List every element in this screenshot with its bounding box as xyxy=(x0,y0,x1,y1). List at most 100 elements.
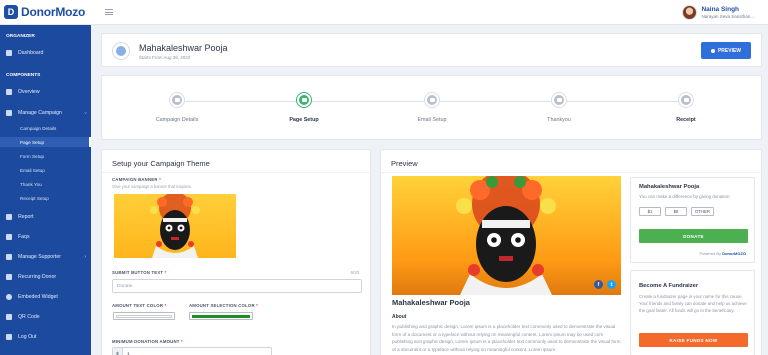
sidebar-item-manage-campaign[interactable]: Manage Campaign › xyxy=(0,107,91,119)
overview-icon xyxy=(6,89,12,95)
sidebar-item-label: Dashboard xyxy=(18,50,44,56)
preview-title: Preview xyxy=(391,159,418,168)
step-label: Page Setup xyxy=(289,117,319,123)
donate-widget-title: Mahakaleshwar Pooja xyxy=(639,184,700,190)
powered-by: Powered By DonorMOZO xyxy=(699,251,746,256)
preview-campaign-name: Mahakaleshwar Pooja xyxy=(392,298,470,307)
sidebar-item-log-out[interactable]: Log Out xyxy=(0,331,91,343)
brand-mark-icon: D xyxy=(4,5,18,19)
gear-icon xyxy=(6,294,12,300)
amount-text-color-swatch xyxy=(116,314,172,318)
amount-option-other[interactable]: OTHER xyxy=(691,207,714,216)
amount-option[interactable]: $1 xyxy=(639,207,661,216)
raise-funds-button[interactable]: RAISE FUNDS NOW xyxy=(639,333,748,347)
report-icon xyxy=(6,214,12,220)
fundraiser-description: Create a fundraizer page in your name fo… xyxy=(639,294,747,313)
step-label: Campaign Details xyxy=(155,117,199,123)
campaign-banner-image[interactable] xyxy=(114,194,236,258)
amount-selection-color-label: AMOUNT SELECTION COLOR * xyxy=(189,303,259,308)
brand-name: DonorMozo xyxy=(21,5,86,19)
page-title: Mahakaleshwar Pooja xyxy=(139,43,228,53)
theme-setup-title: Setup your Campaign Theme xyxy=(112,159,210,168)
sidebar-item-label: Manage Supporter xyxy=(18,254,61,260)
preview-about-text: In publishing and graphic design, Lorem … xyxy=(392,324,621,352)
sidebar-item-embedded-widget[interactable]: Embeded Widget xyxy=(0,291,91,303)
preview-fundraiser-widget: Become A Fundraizer Create a fundraizer … xyxy=(630,270,755,355)
preview-about-label: About xyxy=(392,314,407,320)
user-menu[interactable]: Naina Singh Narayan Seva Sansthan... xyxy=(682,4,754,20)
amount-text-color-picker[interactable] xyxy=(113,312,175,320)
sidebar-section-organizer: ORGANIZER xyxy=(6,34,35,39)
sidebar-item-faqs[interactable]: Faqs xyxy=(0,231,91,243)
sidebar-subitem-thank-you[interactable]: Thank You xyxy=(0,179,91,189)
step-label: Receipt xyxy=(676,117,696,123)
thumbs-up-icon xyxy=(552,93,566,107)
fundraiser-title: Become A Fundraizer xyxy=(639,283,699,289)
brand-logo[interactable]: D DonorMozo xyxy=(0,5,91,19)
step-label: Thankyou xyxy=(547,117,571,123)
facebook-icon[interactable]: f xyxy=(594,280,603,289)
chevron-down-icon: › xyxy=(82,112,89,114)
donate-widget-subtitle: You can make a difference by giving dona… xyxy=(639,194,730,199)
sidebar-item-qr-code[interactable]: QR Code xyxy=(0,311,91,323)
campaign-preview-panel: Preview f t Mahakaleshwar Pooja About In… xyxy=(380,149,763,355)
campaign-details-icon xyxy=(170,93,184,107)
divider xyxy=(102,172,372,173)
divider xyxy=(381,172,763,173)
campaign-start-date: Starts From Aug 28, 2022 xyxy=(139,55,191,60)
campaign-icon xyxy=(6,110,12,116)
sidebar-subitem-page-setup[interactable]: Page Setup xyxy=(0,137,91,147)
sidebar-item-label: Log Out xyxy=(18,334,37,340)
user-organization: Narayan Seva Sansthan... xyxy=(701,13,754,19)
step-receipt[interactable]: Receipt xyxy=(636,93,736,123)
amount-selection-color-swatch xyxy=(192,314,250,318)
recurring-donor-icon xyxy=(6,274,12,280)
sidebar-subitem-email-setup[interactable]: Email Setup xyxy=(0,165,91,175)
preview-button-label: PREVIEW xyxy=(717,47,742,54)
campaign-banner-label: CAMPAIGN BANNER * xyxy=(112,177,161,182)
sidebar-item-report[interactable]: Report xyxy=(0,211,91,223)
step-page-setup[interactable]: Page Setup xyxy=(254,93,354,123)
deity-image-icon xyxy=(456,176,556,295)
dashboard-icon xyxy=(6,50,12,56)
sidebar: ORGANIZER Dashboard COMPONENTS Overview … xyxy=(0,25,91,355)
preview-donate-widget: Mahakaleshwar Pooja You can make a diffe… xyxy=(630,177,755,263)
step-label: Email Setup xyxy=(417,117,447,123)
step-email-setup[interactable]: Email Setup xyxy=(382,93,482,123)
sidebar-item-label: Embeded Widget xyxy=(18,294,58,300)
minimum-donation-amount-input[interactable]: $ 1 xyxy=(112,347,272,355)
campaign-header: Mahakaleshwar Pooja Starts From Aug 28, … xyxy=(101,33,762,67)
sidebar-item-label: Recurring Donor xyxy=(18,274,57,280)
currency-prefix: $ xyxy=(113,348,123,355)
sidebar-subitem-receipt-setup[interactable]: Receipt Setup xyxy=(0,193,91,203)
amount-option[interactable]: $8 xyxy=(665,207,687,216)
menu-toggle-icon[interactable] xyxy=(105,9,113,15)
sidebar-subitem-form-setup[interactable]: Form Setup xyxy=(0,151,91,161)
setup-stepper: Campaign Details Page Setup Email Setup … xyxy=(101,75,762,140)
sidebar-item-label: Overview xyxy=(18,89,40,95)
preview-banner-image: f t xyxy=(392,176,621,295)
deity-image-icon xyxy=(150,194,200,258)
step-thankyou[interactable]: Thankyou xyxy=(509,93,609,123)
campaign-banner-hint: Give your campaign a banner that inspire… xyxy=(112,184,192,189)
top-bar: D DonorMozo Naina Singh Narayan Seva San… xyxy=(0,0,768,25)
submit-button-text-input[interactable]: Donate xyxy=(112,279,362,293)
eye-icon xyxy=(710,48,715,53)
sidebar-item-manage-supporter[interactable]: Manage Supporter › xyxy=(0,251,91,263)
sidebar-item-overview[interactable]: Overview xyxy=(0,86,91,98)
sidebar-item-dashboard[interactable]: Dashboard xyxy=(0,47,91,59)
amount-selection-color-picker[interactable] xyxy=(189,312,253,320)
minimum-donation-amount-value: 1 xyxy=(127,351,130,355)
qr-code-icon xyxy=(6,314,12,320)
step-campaign-details[interactable]: Campaign Details xyxy=(127,93,227,123)
user-name: Naina Singh xyxy=(701,5,740,13)
campaign-logo-icon xyxy=(112,42,130,60)
character-counter: 6/20 xyxy=(350,270,359,275)
twitter-icon[interactable]: t xyxy=(607,280,616,289)
page-setup-icon xyxy=(297,93,311,107)
sidebar-subitem-campaign-details[interactable]: Campaign Details xyxy=(0,123,91,133)
amount-text-color-label: AMOUNT TEXT COLOR * xyxy=(112,303,167,308)
donate-button[interactable]: DONATE xyxy=(639,229,748,243)
preview-button[interactable]: PREVIEW xyxy=(701,42,751,59)
sidebar-item-recurring-donor[interactable]: Recurring Donor xyxy=(0,271,91,283)
